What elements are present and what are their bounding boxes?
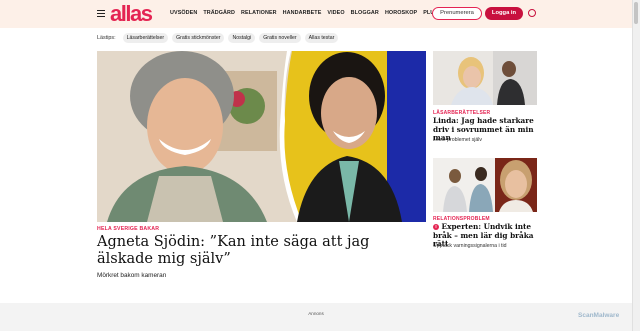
side-article-subtitle: Upptäck varningssignalerna i tid bbox=[433, 243, 507, 249]
nav-item-handarbete[interactable]: HANDARBETE bbox=[283, 10, 322, 16]
tip-chip[interactable]: Läsarberättelser bbox=[122, 32, 169, 43]
hero-kicker[interactable]: HELA SVERIGE BAKAR bbox=[97, 226, 159, 232]
tip-chip[interactable]: Allas testar bbox=[304, 32, 339, 43]
side-article-subtitle: Löste problemet själv bbox=[433, 137, 483, 143]
nav-item-uvsoden[interactable]: UVSÖDEN bbox=[170, 10, 197, 16]
hero-title[interactable]: Agneta Sjödin: ”Kan inte säga att jag äl… bbox=[97, 234, 427, 268]
tips-label: Lästips: bbox=[97, 34, 116, 41]
side-article-image[interactable] bbox=[433, 158, 537, 212]
tips-row: Lästips: Läsarberättelser Gratis stickmö… bbox=[97, 32, 339, 43]
hero-subtitle: Mörkret bakom kameran bbox=[97, 272, 167, 279]
tip-chip[interactable]: Nostalgi bbox=[228, 32, 256, 43]
nav-item-horoskop[interactable]: HOROSKOP bbox=[385, 10, 417, 16]
subscribe-button[interactable]: Prenumerera bbox=[432, 7, 482, 20]
scrollbar-thumb[interactable] bbox=[634, 2, 638, 24]
nav-item-relationer[interactable]: RELATIONER bbox=[241, 10, 277, 16]
ad-band bbox=[0, 303, 632, 331]
nav-item-video[interactable]: VIDEO bbox=[327, 10, 344, 16]
user-icon[interactable] bbox=[528, 9, 536, 17]
scrollbar[interactable] bbox=[632, 0, 640, 331]
alert-icon: ! bbox=[433, 224, 439, 230]
main-nav: UVSÖDEN TRÄDGÅRD RELATIONER HANDARBETE V… bbox=[170, 10, 438, 16]
nav-item-tradgard[interactable]: TRÄDGÅRD bbox=[203, 10, 235, 16]
ad-label: Annons bbox=[308, 311, 324, 316]
tip-chip[interactable]: Gratis stickmönster bbox=[172, 32, 225, 43]
tip-chip[interactable]: Gratis noveller bbox=[259, 32, 301, 43]
hero-image[interactable] bbox=[97, 51, 426, 222]
side-article-image[interactable] bbox=[433, 51, 537, 105]
watermark: ScanMalware bbox=[578, 312, 620, 319]
nav-item-bloggar[interactable]: BLOGGAR bbox=[351, 10, 379, 16]
login-button[interactable]: Logga in bbox=[485, 7, 523, 20]
menu-icon[interactable] bbox=[97, 10, 105, 18]
site-logo[interactable]: allas bbox=[110, 3, 153, 25]
